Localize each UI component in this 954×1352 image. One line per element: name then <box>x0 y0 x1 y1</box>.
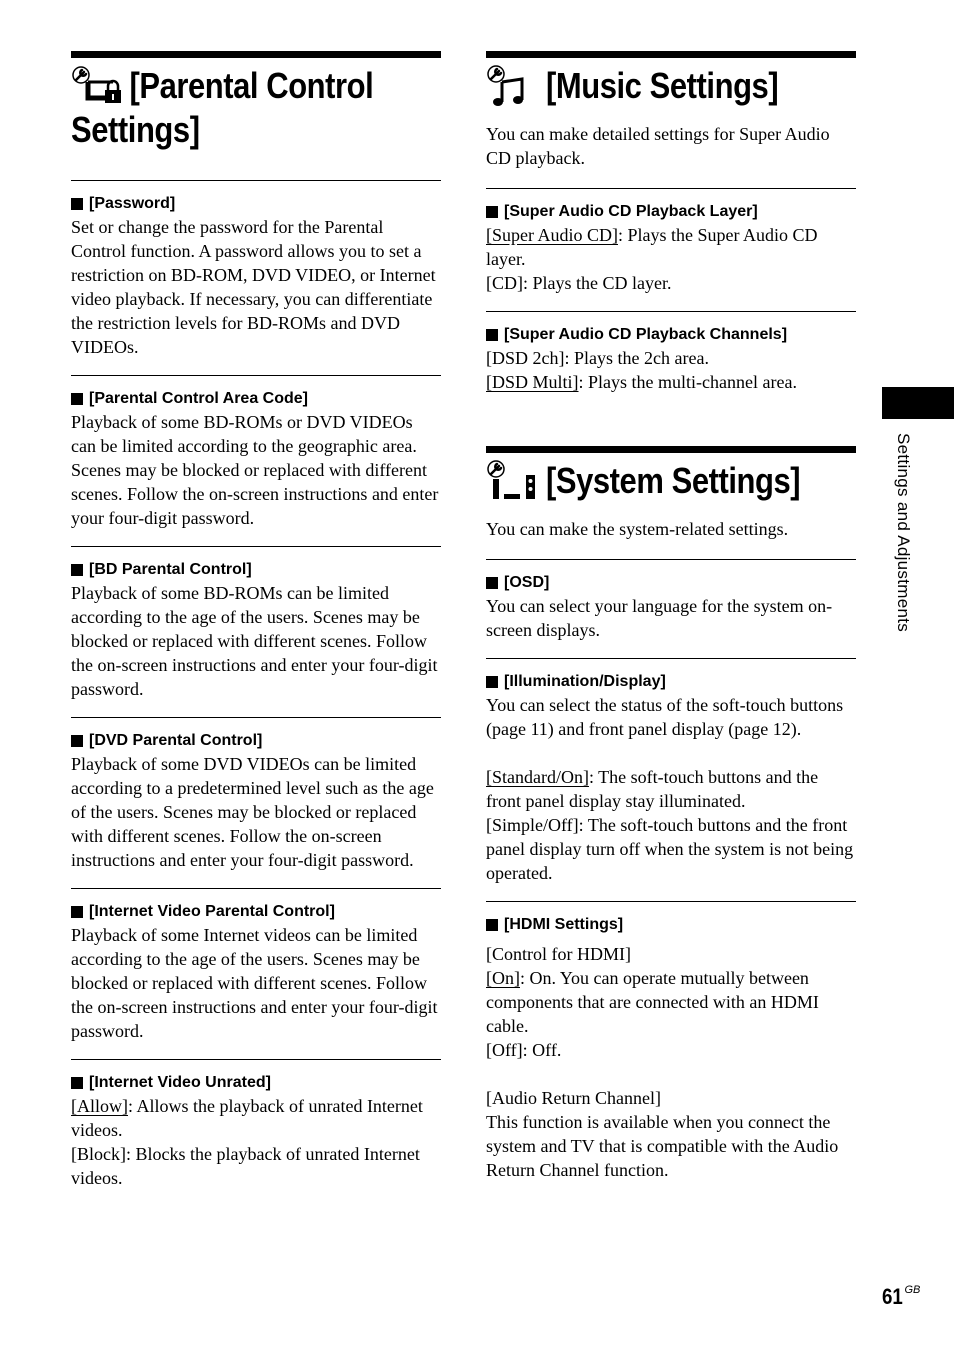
option-description: : Plays the 2ch area. <box>564 348 709 368</box>
setting-osd: [OSD] You can select your language for t… <box>486 559 856 658</box>
setting-parental-control-area-code: [Parental Control Area Code] Playback of… <box>71 375 441 546</box>
setting-heading: [DVD Parental Control] <box>89 732 263 749</box>
option-description: : Plays the CD layer. <box>523 273 672 293</box>
parental-control-column: [Parental Control Settings] [Password] S… <box>71 51 441 1206</box>
wrench-music-note-icon <box>486 64 546 108</box>
bullet-square-icon <box>486 676 498 688</box>
setting-heading: [Internet Video Unrated] <box>89 1074 271 1091</box>
chapter-tab-label: Settings and Adjustments <box>894 433 913 633</box>
bullet-square-icon <box>71 735 83 747</box>
bullet-square-icon <box>71 393 83 405</box>
setting-description: Playback of some Internet videos can be … <box>71 925 438 1041</box>
option-on: [On]: On. You can operate mutually betwe… <box>486 966 856 1038</box>
subsetting-audio-return-channel: [Audio Return Channel] <box>486 1088 661 1108</box>
parental-title-line1: [Parental Control <box>129 65 374 106</box>
setting-description: Playback of some DVD VIDEOs can be limit… <box>71 754 434 870</box>
page-number-suffix: GB <box>904 1284 921 1296</box>
setting-description: This function is available when you conn… <box>486 1112 839 1180</box>
chapter-tab-marker <box>882 387 954 419</box>
option-label: [Simple/Off] <box>486 815 579 835</box>
setting-internet-video-parental-control: [Internet Video Parental Control] Playba… <box>71 888 441 1059</box>
option-label-default: [Standard/On] <box>486 767 589 787</box>
setting-description: Playback of some BD-ROMs can be limited … <box>71 583 438 699</box>
option-label-default: [Allow] <box>71 1096 128 1116</box>
option-label: [Block] <box>71 1144 126 1164</box>
music-title: [Music Settings] <box>546 65 779 106</box>
option-block: [Block]: Blocks the playback of unrated … <box>71 1142 441 1190</box>
option-off: [Off]: Off. <box>486 1038 856 1062</box>
option-label-default: [Super Audio CD] <box>486 225 618 245</box>
setting-dvd-parental-control: [DVD Parental Control] Playback of some … <box>71 717 441 888</box>
music-intro: You can make detailed settings for Super… <box>486 124 830 168</box>
system-section-header: [System Settings] <box>486 446 856 503</box>
option-dsd-2ch: [DSD 2ch]: Plays the 2ch area. <box>486 346 856 370</box>
option-label: [CD] <box>486 273 523 293</box>
setting-password: [Password] Set or change the password fo… <box>71 180 441 375</box>
option-super-audio-cd: [Super Audio CD]: Plays the Super Audio … <box>486 223 856 271</box>
parental-title-line2: Settings] <box>71 109 200 150</box>
setting-heading: [Illumination/Display] <box>504 673 666 690</box>
page-number: 61 GB <box>882 1284 920 1310</box>
option-allow: [Allow]: Allows the playback of unrated … <box>71 1094 441 1142</box>
setting-description: You can select your language for the sys… <box>486 596 833 640</box>
setting-heading: [Internet Video Parental Control] <box>89 903 335 920</box>
bullet-square-icon <box>71 906 83 918</box>
setting-description: Playback of some BD-ROMs or DVD VIDEOs c… <box>71 412 439 528</box>
setting-heading: [OSD] <box>504 574 550 591</box>
bullet-square-icon <box>71 564 83 576</box>
option-label-default: [On] <box>486 968 520 988</box>
setting-bd-parental-control: [BD Parental Control] Playback of some B… <box>71 546 441 717</box>
option-description: : Plays the multi-channel area. <box>578 372 797 392</box>
system-title: [System Settings] <box>546 460 801 501</box>
music-section-header: [Music Settings] <box>486 51 856 108</box>
system-intro: You can make the system-related settings… <box>486 519 789 539</box>
music-system-column: [Music Settings] You can make detailed s… <box>486 51 856 1198</box>
wrench-system-icon <box>486 459 546 503</box>
setting-description: Set or change the password for the Paren… <box>71 217 436 357</box>
bullet-square-icon <box>71 1077 83 1089</box>
setting-super-audio-cd-playback-layer: [Super Audio CD Playback Layer] [Super A… <box>486 188 856 311</box>
parental-title: [Parental Control Settings] <box>71 64 374 152</box>
setting-heading: [Super Audio CD Playback Layer] <box>504 203 758 220</box>
option-cd: [CD]: Plays the CD layer. <box>486 271 856 295</box>
option-standard-on: [Standard/On]: The soft-touch buttons an… <box>486 765 856 813</box>
setting-heading: [Parental Control Area Code] <box>89 390 308 407</box>
bullet-square-icon <box>71 198 83 210</box>
bullet-square-icon <box>486 206 498 218</box>
option-simple-off: [Simple/Off]: The soft-touch buttons and… <box>486 813 856 885</box>
option-label: [Off] <box>486 1040 523 1060</box>
option-description: : Off. <box>522 1040 562 1060</box>
bullet-square-icon <box>486 329 498 341</box>
setting-hdmi-settings: [HDMI Settings] [Control for HDMI] [On]:… <box>486 901 856 1198</box>
setting-heading: [HDMI Settings] <box>504 916 624 933</box>
setting-internet-video-unrated: [Internet Video Unrated] [Allow]: Allows… <box>71 1059 441 1206</box>
page-number-value: 61 <box>882 1284 903 1309</box>
bullet-square-icon <box>486 577 498 589</box>
setting-super-audio-cd-playback-channels: [Super Audio CD Playback Channels] [DSD … <box>486 311 856 446</box>
setting-heading: [BD Parental Control] <box>89 561 252 578</box>
option-description: : On. You can operate mutually between c… <box>486 968 819 1036</box>
option-label: [DSD 2ch] <box>486 348 565 368</box>
option-label-default: [DSD Multi] <box>486 372 579 392</box>
setting-heading: [Password] <box>89 195 176 212</box>
subsetting-control-for-hdmi: [Control for HDMI] <box>486 944 631 964</box>
parental-section-header: [Parental Control Settings] <box>71 51 441 152</box>
option-dsd-multi: [DSD Multi]: Plays the multi-channel are… <box>486 370 856 394</box>
setting-description: You can select the status of the soft-to… <box>486 695 844 739</box>
setting-heading: [Super Audio CD Playback Channels] <box>504 326 788 343</box>
setting-illumination-display: [Illumination/Display] You can select th… <box>486 658 856 901</box>
bullet-square-icon <box>486 919 498 931</box>
